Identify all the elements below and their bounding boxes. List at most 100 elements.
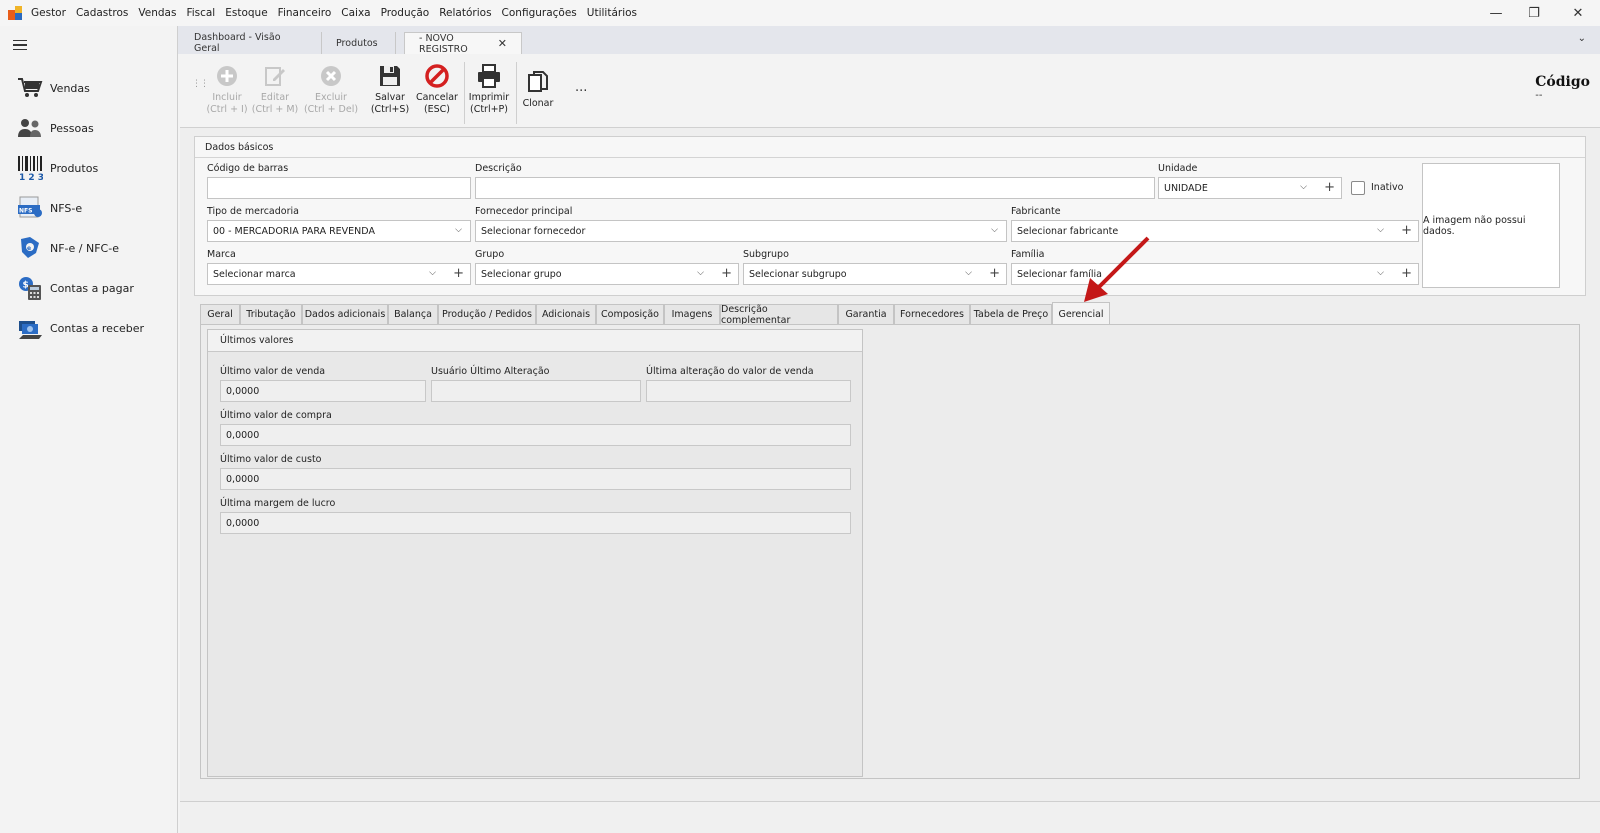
grupo-select[interactable]: Selecionar grupo ⌵ + xyxy=(475,263,739,285)
button-label: Clonar xyxy=(522,98,554,109)
codigo-value: -- xyxy=(1535,90,1543,101)
menu-configuracoes[interactable]: Configurações xyxy=(497,7,582,19)
ultimo-compra-field[interactable]: 0,0000 xyxy=(220,424,851,446)
sidebar-item-contas-pagar[interactable]: $ Contas a pagar xyxy=(16,272,176,304)
cart-icon xyxy=(16,74,44,102)
main-panel: Dados básicos Código de barras Descrição… xyxy=(180,128,1600,801)
menu-relatorios[interactable]: Relatórios xyxy=(434,7,496,19)
menu-producao[interactable]: Produção xyxy=(376,7,435,19)
ultima-alteracao-field[interactable] xyxy=(646,380,851,402)
unidade-select[interactable]: UNIDADE ⌵ + xyxy=(1158,177,1342,199)
tab-descricao-complementar[interactable]: Descrição complementar xyxy=(720,304,838,326)
sidebar-item-pessoas[interactable]: Pessoas xyxy=(16,112,176,144)
add-fabricante-icon[interactable]: + xyxy=(1401,223,1412,238)
button-label: Incluir xyxy=(212,92,242,103)
tab-geral[interactable]: Geral xyxy=(200,304,240,324)
menu-caixa[interactable]: Caixa xyxy=(336,7,375,19)
cancelar-button[interactable]: Cancelar (ESC) xyxy=(410,62,464,124)
menu-financeiro[interactable]: Financeiro xyxy=(273,7,337,19)
menu-utilitarios[interactable]: Utilitários xyxy=(582,7,642,19)
close-window-button[interactable]: ✕ xyxy=(1556,0,1600,26)
chevron-down-icon: ⌵ xyxy=(455,225,462,235)
restore-button[interactable]: ❐ xyxy=(1512,0,1556,26)
sidebar-item-contas-receber[interactable]: Contas a receber xyxy=(16,312,176,344)
ultimo-custo-field[interactable]: 0,0000 xyxy=(220,468,851,490)
fornecedor-select[interactable]: Selecionar fornecedor ⌵ xyxy=(475,220,1007,242)
sidebar-item-nfse[interactable]: NFS NFS-e xyxy=(16,192,176,224)
gerencial-panel: Últimos valores Último valor de venda 0,… xyxy=(200,324,1580,779)
marca-select[interactable]: Selecionar marca ⌵ + xyxy=(207,263,471,285)
imprimir-button[interactable]: Imprimir (Ctrl+P) xyxy=(462,62,516,124)
sidebar-item-vendas[interactable]: Vendas xyxy=(16,72,176,104)
tab-imagens[interactable]: Imagens xyxy=(664,304,720,324)
clonar-button[interactable]: Clonar xyxy=(511,68,565,130)
select-value: Selecionar fabricante xyxy=(1017,225,1119,237)
chevron-down-icon: ⌵ xyxy=(1377,225,1384,235)
add-familia-icon[interactable]: + xyxy=(1401,266,1412,281)
select-value: Selecionar subgrupo xyxy=(749,268,847,280)
printer-icon xyxy=(475,62,503,90)
tab-fornecedores[interactable]: Fornecedores xyxy=(894,304,970,324)
status-bar xyxy=(180,801,1600,833)
ultima-margem-field[interactable]: 0,0000 xyxy=(220,512,851,534)
menu-cadastros[interactable]: Cadastros xyxy=(71,7,133,19)
button-shortcut: (Ctrl + M) xyxy=(251,104,299,115)
money-icon xyxy=(16,314,44,342)
usuario-alteracao-field[interactable] xyxy=(431,380,641,402)
more-options-button[interactable]: ... xyxy=(575,80,587,95)
nfse-icon: NFS xyxy=(16,194,44,222)
menu-gestor[interactable]: Gestor xyxy=(26,7,71,19)
tab-label: - NOVO REGISTRO xyxy=(419,32,468,55)
tab-gerencial[interactable]: Gerencial xyxy=(1052,302,1110,325)
sidebar-item-nfe[interactable]: e NF-e / NFC-e xyxy=(16,232,176,264)
tipo-mercadoria-select[interactable]: 00 - MERCADORIA PARA REVENDA ⌵ xyxy=(207,220,471,242)
ultimo-venda-label: Último valor de venda xyxy=(220,366,326,377)
familia-select[interactable]: Selecionar família ⌵ + xyxy=(1011,263,1419,285)
add-marca-icon[interactable]: + xyxy=(453,266,464,281)
fabricante-select[interactable]: Selecionar fabricante ⌵ + xyxy=(1011,220,1419,242)
subgrupo-select[interactable]: Selecionar subgrupo ⌵ + xyxy=(743,263,1007,285)
menu-vendas[interactable]: Vendas xyxy=(133,7,181,19)
tab-adicionais[interactable]: Adicionais xyxy=(536,304,596,324)
product-image-box[interactable]: A imagem não possui dados. xyxy=(1422,163,1560,288)
chevron-down-icon: ⌵ xyxy=(429,268,436,278)
button-label: Cancelar xyxy=(416,92,458,103)
hamburger-menu-icon[interactable] xyxy=(13,40,27,51)
select-value: Selecionar marca xyxy=(213,268,296,280)
tab-produtos[interactable]: Produtos xyxy=(322,32,396,54)
editar-button[interactable]: Editar (Ctrl + M) xyxy=(248,62,302,124)
tab-balanca[interactable]: Balança xyxy=(388,304,438,324)
tab-dados-adicionais[interactable]: Dados adicionais xyxy=(302,304,388,324)
tab-tabela-preco[interactable]: Tabela de Preço xyxy=(970,304,1052,324)
tab-tributacao[interactable]: Tributação xyxy=(240,304,302,324)
menu-bar: Gestor Cadastros Vendas Fiscal Estoque F… xyxy=(0,0,1600,26)
incluir-button[interactable]: Incluir (Ctrl + I) xyxy=(200,62,254,124)
svg-text:NFS: NFS xyxy=(19,208,32,215)
tab-novo-registro[interactable]: - NOVO REGISTRO ✕ xyxy=(404,32,522,55)
chevron-down-icon[interactable]: ⌄ xyxy=(1578,33,1586,44)
descricao-input[interactable] xyxy=(475,177,1155,199)
tab-producao-pedidos[interactable]: Produção / Pedidos xyxy=(438,304,536,324)
tab-label: Dashboard - Visão Geral xyxy=(194,32,281,54)
ultimos-valores-group: Últimos valores Último valor de venda 0,… xyxy=(207,329,863,777)
excluir-button[interactable]: Excluir (Ctrl + Del) xyxy=(304,62,358,124)
dados-basicos-group: Dados básicos Código de barras Descrição… xyxy=(194,136,1586,296)
add-grupo-icon[interactable]: + xyxy=(721,266,732,281)
sidebar-item-label: Contas a pagar xyxy=(50,281,134,295)
ultimo-venda-field[interactable]: 0,0000 xyxy=(220,380,426,402)
codigo-barras-label: Código de barras xyxy=(207,163,289,174)
codigo-barras-input[interactable] xyxy=(207,177,471,199)
menu-fiscal[interactable]: Fiscal xyxy=(181,7,220,19)
inativo-checkbox[interactable] xyxy=(1351,181,1365,195)
tab-garantia[interactable]: Garantia xyxy=(838,304,894,324)
chevron-down-icon: ⌵ xyxy=(991,225,998,235)
salvar-button[interactable]: Salvar (Ctrl+S) xyxy=(363,62,417,124)
add-subgrupo-icon[interactable]: + xyxy=(989,266,1000,281)
sidebar-item-produtos[interactable]: 1 2 3 Produtos xyxy=(16,152,176,184)
tab-composicao[interactable]: Composição xyxy=(596,304,664,324)
menu-estoque[interactable]: Estoque xyxy=(220,7,272,19)
add-unidade-icon[interactable]: + xyxy=(1324,180,1335,195)
tab-dashboard[interactable]: Dashboard - Visão Geral xyxy=(180,32,322,54)
close-tab-icon[interactable]: ✕ xyxy=(498,37,507,50)
group-title: Últimos valores xyxy=(208,330,862,352)
